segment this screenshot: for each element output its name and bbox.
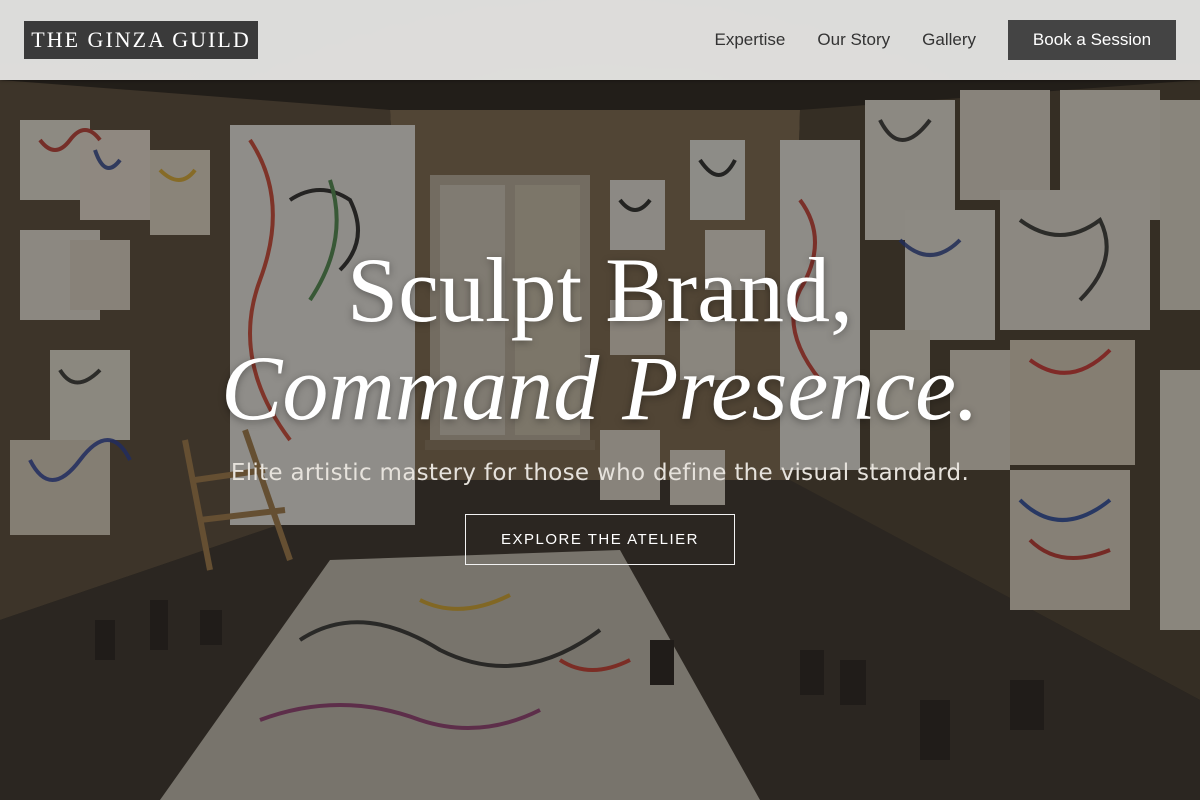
hero-subtitle: Elite artistic mastery for those who def… — [230, 460, 970, 486]
site-header: THE GINZA GUILD Expertise Our Story Gall… — [0, 0, 1200, 80]
hero-headline-line2: Command Presence. — [221, 337, 979, 439]
main-nav: Expertise Our Story Gallery Book a Sessi… — [715, 0, 1200, 80]
hero-headline-line1: Sculpt Brand, — [347, 239, 853, 341]
nav-link-gallery[interactable]: Gallery — [922, 30, 976, 50]
explore-atelier-button[interactable]: EXPLORE THE ATELIER — [465, 514, 735, 565]
book-session-button[interactable]: Book a Session — [1008, 20, 1176, 60]
nav-link-our-story[interactable]: Our Story — [817, 30, 890, 50]
hero-content: Sculpt Brand, Command Presence. Elite ar… — [0, 240, 1200, 565]
nav-link-expertise[interactable]: Expertise — [715, 30, 786, 50]
brand-logo[interactable]: THE GINZA GUILD — [24, 21, 258, 59]
